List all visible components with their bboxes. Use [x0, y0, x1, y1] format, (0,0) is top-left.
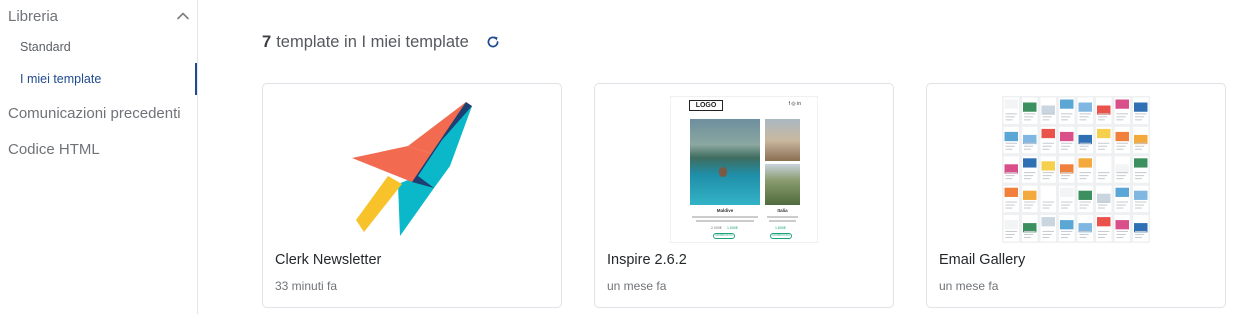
sidebar-section-library[interactable]: Libreria [8, 6, 190, 26]
preview-left-price: 2.000€ [711, 226, 722, 230]
preview-right-button: SCOPRI DI PIÙ [770, 233, 792, 239]
gallery-grid-thumbnail [1002, 96, 1150, 243]
preview-right-name: Italia [777, 208, 788, 213]
template-card-clerk[interactable]: Clerk Newsletter 33 minuti fa [262, 83, 562, 308]
preview-left-button: SCOPRI DI PIÙ [713, 233, 735, 239]
template-count: 7 [262, 32, 272, 51]
template-title: Email Gallery [939, 252, 1026, 268]
template-count-label: template in I miei template [276, 32, 469, 51]
template-card-email-gallery[interactable]: Email Gallery un mese fa [926, 83, 1226, 308]
template-thumbnail: LOGO f ◎ in Maldive Italia 2.000€ 1.500€… [595, 96, 893, 243]
preview-person [719, 167, 727, 177]
template-thumbnail [927, 96, 1225, 243]
sidebar: Libreria Standard I miei template Comuni… [0, 0, 198, 314]
template-updated-time: 33 minuti fa [275, 279, 338, 293]
preview-left-name: Maldive [716, 208, 734, 213]
preview-photo-city [765, 119, 800, 161]
template-updated-time: un mese fa [939, 279, 999, 293]
sidebar-item-standard[interactable]: Standard [20, 40, 71, 54]
active-indicator [195, 63, 197, 95]
templates-header: 7 template in I miei template [262, 31, 500, 53]
template-title: Clerk Newsletter [275, 252, 382, 268]
preview-photo-pool [690, 119, 760, 205]
preview-photo-mountain [765, 164, 800, 205]
template-title: Inspire 2.6.2 [607, 252, 687, 268]
template-updated-time: un mese fa [607, 279, 667, 293]
template-thumbnail [263, 96, 561, 243]
sidebar-item-html-code[interactable]: Codice HTML [8, 141, 100, 158]
preview-logo: LOGO [689, 100, 723, 111]
sidebar-section-library-label: Libreria [8, 7, 59, 25]
refresh-icon[interactable] [486, 35, 500, 49]
sidebar-item-previous-communications[interactable]: Comunicazioni precedenti [8, 105, 181, 122]
preview-right-price: 1.800€ [775, 226, 786, 230]
chevron-up-icon[interactable] [176, 9, 190, 23]
preview-social-icons: f ◎ in [788, 101, 801, 107]
sidebar-item-my-templates[interactable]: I miei template [20, 72, 101, 86]
template-card-inspire[interactable]: LOGO f ◎ in Maldive Italia 2.000€ 1.500€… [594, 83, 894, 308]
preview-left-price-sale: 1.500€ [727, 226, 738, 230]
clerk-logo-icon [352, 102, 472, 236]
